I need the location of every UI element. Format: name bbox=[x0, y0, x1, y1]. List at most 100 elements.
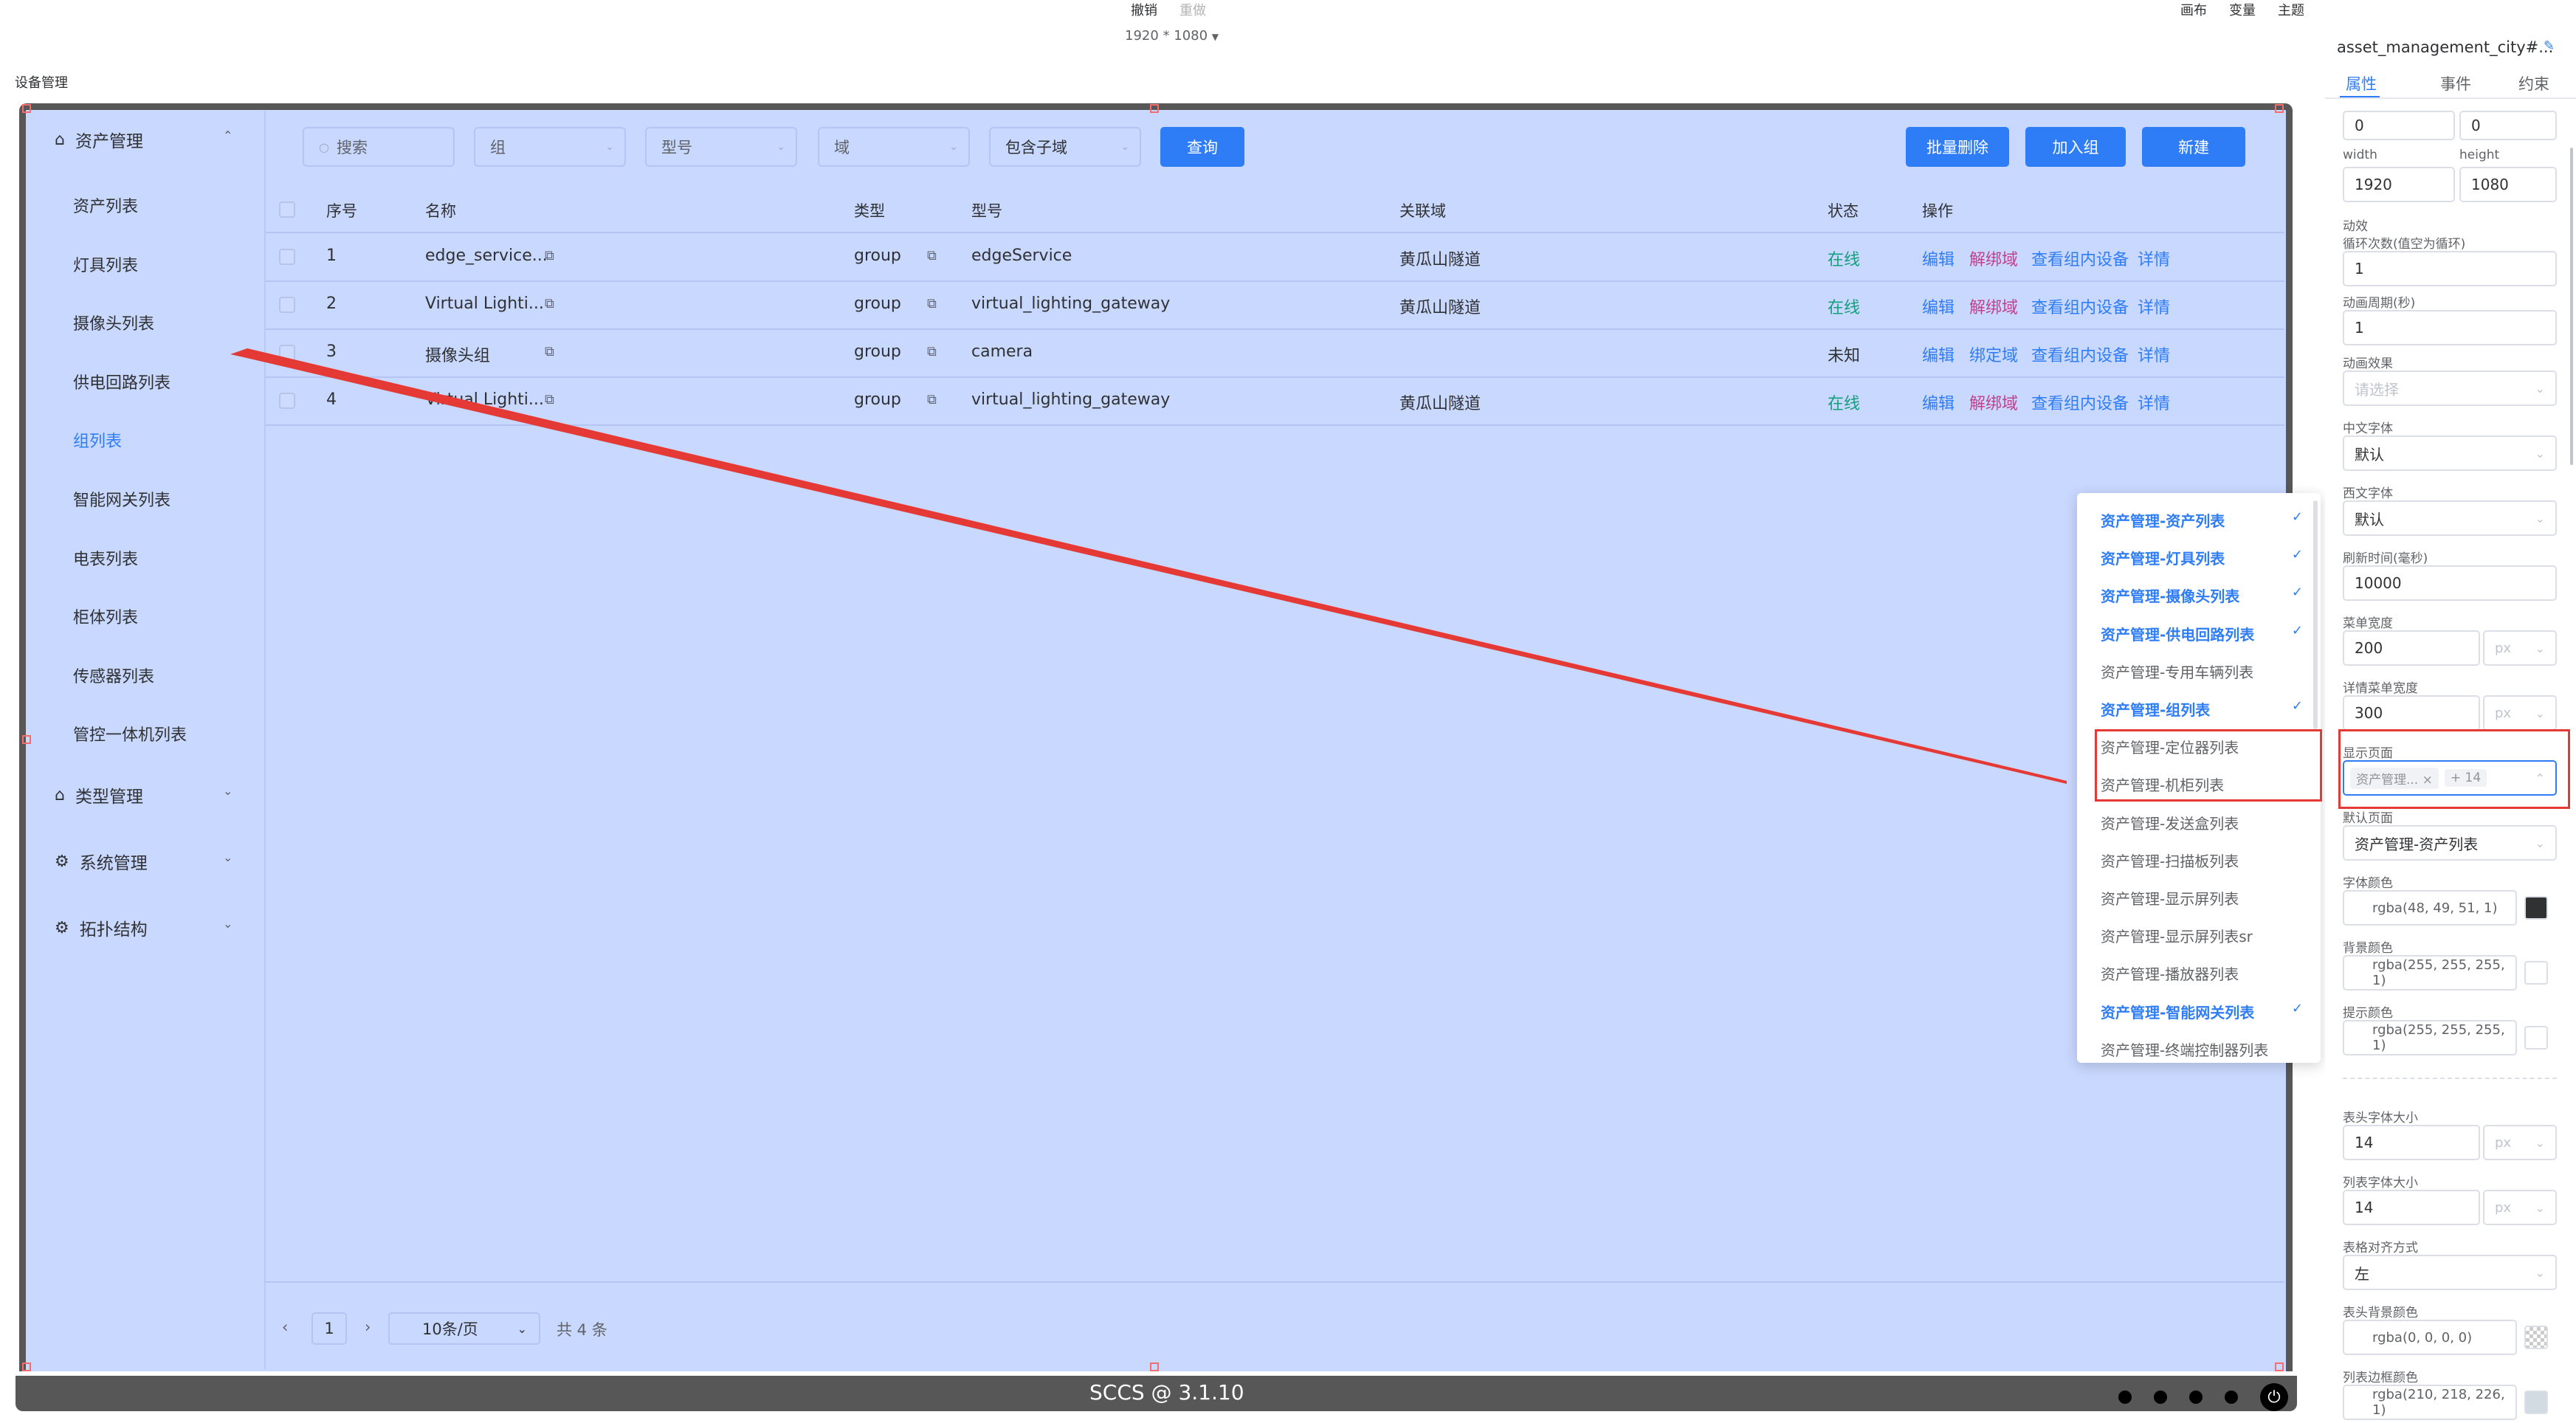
edit-icon[interactable]: ✎ bbox=[2544, 38, 2555, 54]
page-number[interactable]: 1 bbox=[311, 1312, 347, 1345]
bg-color-swatch[interactable] bbox=[2524, 961, 2548, 985]
sidebar-item-9[interactable]: 管控一体机列表 bbox=[73, 722, 187, 745]
copy-icon[interactable]: ⧉ bbox=[545, 344, 554, 359]
select-all-checkbox[interactable] bbox=[279, 201, 295, 218]
redo-button[interactable]: 重做 bbox=[1179, 0, 1206, 19]
sidebar-group-1[interactable]: ⌂ 类型管理 bbox=[55, 782, 143, 807]
row-op-1[interactable]: 绑定域 bbox=[1969, 342, 2018, 366]
row-op-3[interactable]: 详情 bbox=[2138, 390, 2170, 414]
row-op-2[interactable]: 查看组内设备 bbox=[2031, 247, 2129, 270]
tab-events[interactable]: 事件 bbox=[2440, 72, 2471, 94]
row-checkbox[interactable] bbox=[279, 393, 295, 409]
sidebar-item-3[interactable]: 供电回路列表 bbox=[73, 370, 171, 393]
row-op-0[interactable]: 编辑 bbox=[1922, 294, 1955, 318]
copy-icon[interactable]: ⧉ bbox=[927, 344, 937, 359]
copy-icon[interactable]: ⧉ bbox=[545, 392, 554, 407]
row-op-1[interactable]: 解绑域 bbox=[1969, 294, 2018, 318]
dropdown-option-3[interactable]: 资产管理-供电回路列表 bbox=[2101, 623, 2254, 644]
chevron-down-icon[interactable]: ⌄ bbox=[223, 917, 233, 931]
row-op-1[interactable]: 解绑域 bbox=[1969, 390, 2018, 414]
dropdown-option-0[interactable]: 资产管理-资产列表 bbox=[2101, 509, 2225, 531]
detail-menu-width-unit[interactable]: px ⌄ bbox=[2483, 695, 2557, 731]
create-button[interactable]: 新建 bbox=[2142, 127, 2245, 167]
y-input[interactable]: 0 bbox=[2459, 111, 2557, 140]
width-input[interactable]: 1920 bbox=[2343, 167, 2455, 202]
list-font-size-input[interactable]: 14 bbox=[2343, 1190, 2480, 1225]
row-op-0[interactable]: 编辑 bbox=[1922, 390, 1955, 414]
power-icon[interactable]: ⏻ bbox=[2260, 1383, 2288, 1411]
row-op-3[interactable]: 详情 bbox=[2138, 342, 2170, 366]
page-size-select[interactable]: 10条/页 ⌄ bbox=[388, 1312, 540, 1345]
copy-icon[interactable]: ⧉ bbox=[545, 248, 554, 263]
en-font-select[interactable]: 默认 ⌄ bbox=[2343, 500, 2557, 536]
header-bg-input[interactable]: rgba(0, 0, 0, 0) bbox=[2343, 1320, 2517, 1355]
sidebar-item-7[interactable]: 柜体列表 bbox=[73, 604, 138, 628]
batch-delete-button[interactable]: 批量删除 bbox=[1906, 127, 2009, 167]
default-page-select[interactable]: 资产管理-资产列表 ⌄ bbox=[2343, 825, 2557, 861]
dropdown-option-8[interactable]: 资产管理-发送盒列表 bbox=[2101, 812, 2239, 833]
border-color-swatch[interactable] bbox=[2524, 1391, 2548, 1414]
toolbar-item-0[interactable]: 画布 bbox=[2180, 0, 2207, 19]
row-op-2[interactable]: 查看组内设备 bbox=[2031, 390, 2129, 414]
copy-icon[interactable]: ⧉ bbox=[927, 392, 937, 407]
hint-color-input[interactable]: rgba(255, 255, 255, 1) bbox=[2343, 1020, 2517, 1055]
prev-page-icon[interactable]: ‹ bbox=[282, 1318, 288, 1336]
header-font-size-unit[interactable]: px ⌄ bbox=[2483, 1125, 2557, 1160]
domain-select[interactable]: 域 ⌄ bbox=[818, 127, 970, 167]
undo-button[interactable]: 撤销 bbox=[1131, 0, 1157, 19]
tab-properties[interactable]: 属性 bbox=[2346, 72, 2377, 94]
model-select[interactable]: 型号 ⌄ bbox=[645, 127, 797, 167]
row-checkbox[interactable] bbox=[279, 249, 295, 265]
dropdown-option-9[interactable]: 资产管理-扫描板列表 bbox=[2101, 850, 2239, 871]
effect-select[interactable]: 请选择 ⌄ bbox=[2343, 371, 2557, 406]
panel-scrollbar[interactable] bbox=[2570, 148, 2573, 465]
resolution-select[interactable]: 1920 * 1080 ▼ bbox=[1125, 28, 1219, 44]
dropdown-option-14[interactable]: 资产管理-终端控制器列表 bbox=[2101, 1038, 2268, 1060]
resize-handle[interactable] bbox=[2275, 104, 2284, 113]
row-op-1[interactable]: 解绑域 bbox=[1969, 247, 2018, 270]
next-page-icon[interactable]: › bbox=[365, 1318, 371, 1336]
dropdown-option-12[interactable]: 资产管理-播放器列表 bbox=[2101, 962, 2239, 984]
row-op-2[interactable]: 查看组内设备 bbox=[2031, 342, 2129, 366]
sidebar-item-6[interactable]: 电表列表 bbox=[73, 546, 138, 570]
header-font-size-input[interactable]: 14 bbox=[2343, 1125, 2480, 1160]
group-select[interactable]: 组 ⌄ bbox=[474, 127, 626, 167]
x-input[interactable]: 0 bbox=[2343, 111, 2455, 140]
subdomain-select[interactable]: 包含子域 ⌄ bbox=[989, 127, 1141, 167]
row-op-0[interactable]: 编辑 bbox=[1922, 247, 1955, 270]
loop-input[interactable]: 1 bbox=[2343, 251, 2557, 286]
header-bg-swatch[interactable] bbox=[2524, 1326, 2548, 1349]
add-group-button[interactable]: 加入组 bbox=[2025, 127, 2126, 167]
resize-handle[interactable] bbox=[1150, 1362, 1159, 1371]
row-op-3[interactable]: 详情 bbox=[2138, 294, 2170, 318]
toolbar-item-1[interactable]: 变量 bbox=[2229, 0, 2256, 19]
copy-icon[interactable]: ⧉ bbox=[545, 296, 554, 311]
dropdown-option-4[interactable]: 资产管理-专用车辆列表 bbox=[2101, 661, 2253, 682]
dropdown-scrollbar[interactable] bbox=[2313, 500, 2318, 729]
dropdown-option-10[interactable]: 资产管理-显示屏列表 bbox=[2101, 887, 2239, 909]
sidebar-item-1[interactable]: 灯具列表 bbox=[73, 252, 138, 276]
sidebar-item-5[interactable]: 智能网关列表 bbox=[73, 487, 171, 511]
sidebar-item-2[interactable]: 摄像头列表 bbox=[73, 311, 154, 334]
period-input[interactable]: 1 bbox=[2343, 310, 2557, 345]
copy-icon[interactable]: ⧉ bbox=[927, 296, 937, 311]
sidebar-group-0[interactable]: ⌂ 资产管理 bbox=[55, 127, 143, 152]
resize-handle[interactable] bbox=[2275, 1362, 2284, 1371]
sidebar-group-2[interactable]: ⚙ 系统管理 bbox=[55, 849, 148, 874]
chevron-up-icon[interactable]: ⌃ bbox=[223, 128, 233, 142]
row-checkbox[interactable] bbox=[279, 297, 295, 313]
sidebar-item-0[interactable]: 资产列表 bbox=[73, 193, 138, 217]
row-op-2[interactable]: 查看组内设备 bbox=[2031, 294, 2129, 318]
search-input[interactable]: ○ 搜索 bbox=[303, 127, 455, 167]
bg-color-input[interactable]: rgba(255, 255, 255, 1) bbox=[2343, 955, 2517, 990]
chevron-down-icon[interactable]: ⌄ bbox=[223, 784, 233, 798]
toolbar-item-2[interactable]: 主题 bbox=[2278, 0, 2304, 19]
detail-menu-width-input[interactable]: 300 bbox=[2343, 695, 2480, 731]
chevron-down-icon[interactable]: ⌄ bbox=[223, 850, 233, 864]
dropdown-option-13[interactable]: 资产管理-智能网关列表 bbox=[2101, 1001, 2254, 1022]
row-checkbox[interactable] bbox=[279, 345, 295, 361]
list-font-size-unit[interactable]: px ⌄ bbox=[2483, 1190, 2557, 1225]
cn-font-select[interactable]: 默认 ⌄ bbox=[2343, 435, 2557, 471]
sidebar-item-4[interactable]: 组列表 bbox=[73, 428, 122, 452]
tab-constraints[interactable]: 约束 bbox=[2518, 72, 2549, 94]
